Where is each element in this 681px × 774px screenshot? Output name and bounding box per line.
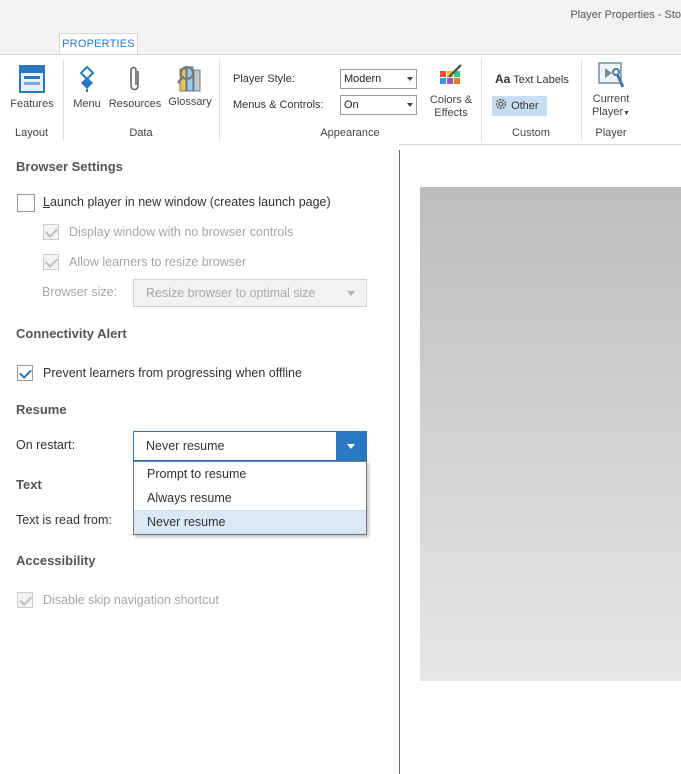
glossary-books-icon	[177, 66, 201, 92]
other-label: Other	[511, 100, 539, 112]
resources-label: Resources	[108, 98, 162, 110]
text-labels-label: Text Labels	[513, 74, 569, 86]
group-label-appearance: Appearance	[320, 127, 380, 139]
browser-size-dropdown: Resize browser to optimal size	[133, 279, 367, 307]
text-heading: Text	[16, 477, 42, 492]
checkmark-icon	[19, 366, 32, 379]
group-label-player: Player	[595, 127, 627, 139]
option-prompt-to-resume[interactable]: Prompt to resume	[134, 462, 366, 486]
group-label-data: Data	[129, 127, 153, 139]
on-restart-value: Never resume	[146, 439, 225, 453]
checkmark-icon	[19, 593, 32, 606]
text-read-from-label: Text is read from:	[16, 513, 112, 527]
browser-size-value: Resize browser to optimal size	[146, 286, 316, 300]
title-bar: Player Properties - Sto	[0, 0, 681, 30]
player-style-value: Modern	[344, 73, 382, 85]
accessibility-heading: Accessibility	[16, 553, 96, 568]
prevent-offline-checkbox[interactable]	[17, 365, 33, 381]
glossary-button[interactable]: Glossary	[165, 63, 215, 109]
text-labels-icon: Aa	[495, 72, 511, 86]
chevron-down-icon	[407, 103, 413, 107]
current-player-label-1: Current	[592, 93, 630, 105]
browser-settings-heading: Browser Settings	[16, 159, 123, 174]
menu-label: Menu	[73, 98, 101, 110]
features-label: Features	[10, 98, 54, 110]
ribbon: Features Layout Menu Resources Glossary …	[0, 54, 681, 145]
on-restart-label: On restart:	[16, 438, 76, 452]
allow-resize-label: Allow learners to resize browser	[69, 255, 247, 269]
dropdown-button[interactable]	[336, 432, 366, 460]
chevron-down-icon	[407, 77, 413, 81]
text-labels-button[interactable]: Aa Text Labels	[495, 72, 569, 86]
checkmark-icon	[45, 225, 58, 238]
current-player-button[interactable]: Current Player▼	[588, 60, 634, 120]
resume-heading: Resume	[16, 402, 67, 417]
menu-button[interactable]: Menu	[69, 65, 105, 111]
colors-effects-button[interactable]: Colors & Effects	[424, 63, 478, 120]
launch-new-window-checkbox[interactable]	[17, 194, 35, 212]
tab-properties[interactable]: PROPERTIES	[59, 33, 138, 55]
group-label-custom: Custom	[512, 127, 550, 139]
paperclip-icon	[130, 66, 139, 91]
option-never-resume[interactable]: Never resume	[134, 510, 366, 534]
chevron-down-icon	[347, 444, 355, 449]
colors-effects-label-1: Colors &	[429, 94, 473, 106]
other-button[interactable]: Other	[492, 96, 547, 116]
disable-skip-nav-checkbox	[17, 592, 33, 608]
menus-controls-dropdown[interactable]: On	[340, 95, 417, 115]
prevent-offline-label[interactable]: Prevent learners from progressing when o…	[43, 366, 302, 380]
group-label-layout: Layout	[14, 127, 49, 139]
on-restart-options-list[interactable]: Prompt to resume Always resume Never res…	[133, 461, 367, 535]
menus-controls-value: On	[344, 99, 359, 111]
on-restart-dropdown[interactable]: Never resume	[133, 431, 367, 461]
disable-skip-nav-label: Disable skip navigation shortcut	[43, 593, 219, 607]
current-player-label-2: Player▼	[591, 106, 631, 118]
panel-divider	[399, 150, 400, 774]
window-title: Player Properties - Sto	[570, 9, 681, 21]
connectivity-alert-heading: Connectivity Alert	[16, 326, 127, 341]
no-browser-controls-label: Display window with no browser controls	[69, 225, 294, 239]
menus-controls-label: Menus & Controls:	[233, 99, 324, 111]
launch-new-window-text: aunch player in new window (creates laun…	[49, 195, 331, 209]
browser-size-label: Browser size:	[42, 285, 118, 299]
features-button[interactable]: Features	[6, 65, 58, 111]
player-style-dropdown[interactable]: Modern	[340, 69, 417, 89]
menu-icon	[79, 65, 95, 92]
allow-resize-checkbox	[43, 254, 59, 270]
resources-button[interactable]: Resources	[108, 65, 162, 111]
glossary-label: Glossary	[168, 96, 212, 108]
player-preview	[420, 187, 681, 681]
colors-effects-label-2: Effects	[434, 107, 468, 119]
gear-icon	[495, 98, 507, 110]
option-always-resume[interactable]: Always resume	[134, 486, 366, 510]
no-browser-controls-checkbox	[43, 224, 59, 240]
player-style-label: Player Style:	[233, 73, 295, 85]
color-palette-icon	[440, 64, 462, 84]
checkmark-icon	[45, 255, 58, 268]
chevron-down-icon	[347, 291, 355, 296]
features-icon	[19, 65, 45, 93]
player-wrench-icon	[598, 62, 625, 88]
launch-new-window-label[interactable]: Launch player in new window (creates lau…	[43, 195, 331, 209]
chevron-down-icon: ▼	[623, 110, 631, 117]
